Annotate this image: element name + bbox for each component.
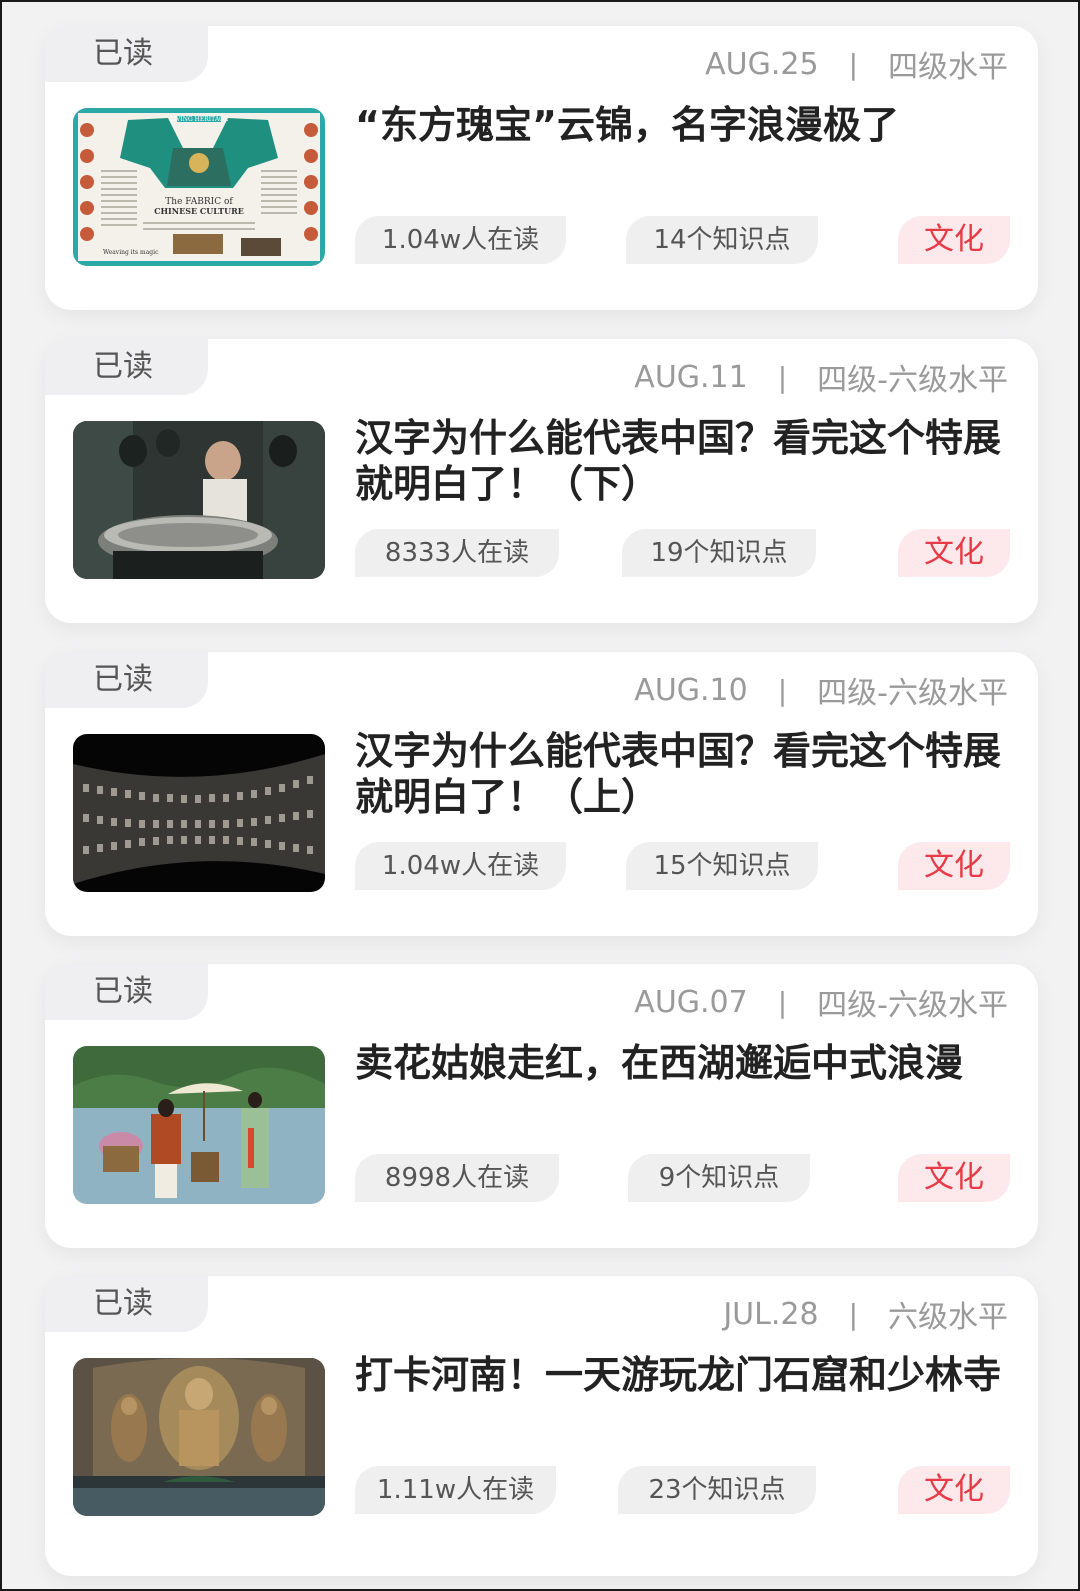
article-title[interactable]: 汉字为什么能代表中国？看完这个特展就明白了！（下） bbox=[355, 415, 1010, 507]
category-tag[interactable]: 文化 bbox=[898, 216, 1010, 264]
knowledge-points-count: 19个知识点 bbox=[622, 529, 816, 577]
article-thumbnail[interactable] bbox=[73, 421, 325, 579]
difficulty-level: 四级-六级水平 bbox=[817, 363, 1008, 398]
read-badge: 已读 bbox=[45, 26, 208, 82]
article-title[interactable]: 汉字为什么能代表中国？看完这个特展就明白了！（上） bbox=[355, 728, 1010, 820]
read-badge: 已读 bbox=[45, 964, 208, 1020]
knowledge-points-count: 15个知识点 bbox=[626, 842, 818, 890]
article-meta: AUG.11 | 四级-六级水平 bbox=[634, 357, 1008, 399]
article-date: AUG.07 bbox=[634, 984, 748, 1020]
meta-divider: | bbox=[848, 1297, 858, 1331]
category-tag[interactable]: 文化 bbox=[898, 1466, 1010, 1514]
category-tag[interactable]: 文化 bbox=[898, 1154, 1010, 1202]
read-badge: 已读 bbox=[45, 1276, 208, 1332]
article-card[interactable]: 已读 AUG.10 | 四级-六级水平 汉字为什么能代表中国？看完这个特展就明白… bbox=[45, 652, 1038, 936]
readers-count: 1.04w人在读 bbox=[355, 842, 566, 890]
meta-divider: | bbox=[777, 673, 788, 707]
readers-count: 8998人在读 bbox=[355, 1154, 559, 1202]
difficulty-level: 四级水平 bbox=[888, 50, 1008, 85]
category-tag[interactable]: 文化 bbox=[898, 842, 1010, 890]
article-card[interactable]: 已读 AUG.25 | 四级水平 LIVING HERITAGE The FAB… bbox=[45, 26, 1038, 310]
article-title[interactable]: 打卡河南！一天游玩龙门石窟和少林寺 bbox=[355, 1352, 1010, 1398]
readers-count: 1.11w人在读 bbox=[355, 1466, 556, 1514]
svg-text:Weaving its magic: Weaving its magic bbox=[103, 249, 159, 256]
readers-count: 1.04w人在读 bbox=[355, 216, 566, 264]
article-meta: AUG.25 | 四级水平 bbox=[705, 44, 1008, 86]
article-thumbnail[interactable] bbox=[73, 1358, 325, 1516]
knowledge-points-count: 9个知识点 bbox=[628, 1154, 810, 1202]
article-date: AUG.10 bbox=[634, 672, 748, 708]
read-badge: 已读 bbox=[45, 652, 208, 708]
article-date: JUL.28 bbox=[723, 1296, 819, 1332]
meta-divider: | bbox=[777, 360, 788, 394]
difficulty-level: 四级-六级水平 bbox=[817, 676, 1008, 711]
category-tag[interactable]: 文化 bbox=[898, 529, 1010, 577]
article-title[interactable]: 卖花姑娘走红，在西湖邂逅中式浪漫 bbox=[355, 1040, 1010, 1086]
article-thumbnail[interactable] bbox=[73, 1046, 325, 1204]
article-thumbnail[interactable]: LIVING HERITAGE The FABRIC of CHINESE CU… bbox=[73, 108, 325, 266]
article-card[interactable]: 已读 JUL.28 | 六级水平 打卡河南！一天游玩龙门石窟和少林寺 1.11w… bbox=[45, 1276, 1038, 1576]
readers-count: 8333人在读 bbox=[355, 529, 559, 577]
article-meta: JUL.28 | 六级水平 bbox=[723, 1294, 1008, 1336]
svg-text:CHINESE CULTURE: CHINESE CULTURE bbox=[154, 206, 244, 216]
meta-divider: | bbox=[848, 47, 858, 81]
article-date: AUG.11 bbox=[634, 359, 748, 395]
screen-frame: 已读 AUG.25 | 四级水平 LIVING HERITAGE The FAB… bbox=[0, 0, 1080, 1591]
article-date: AUG.25 bbox=[705, 46, 819, 82]
knowledge-points-count: 23个知识点 bbox=[618, 1466, 816, 1514]
article-meta: AUG.10 | 四级-六级水平 bbox=[634, 670, 1008, 712]
meta-divider: | bbox=[777, 985, 788, 1019]
article-title[interactable]: “东方瑰宝”云锦，名字浪漫极了 bbox=[355, 102, 1010, 148]
article-meta: AUG.07 | 四级-六级水平 bbox=[634, 982, 1008, 1024]
article-card[interactable]: 已读 AUG.07 | 四级-六级水平 卖花姑娘走红，在西湖邂逅中式浪漫 899… bbox=[45, 964, 1038, 1248]
article-card[interactable]: 已读 AUG.11 | 四级-六级水平 汉字为什么能代表中国？看完这个特展就明白… bbox=[45, 339, 1038, 623]
article-thumbnail[interactable] bbox=[73, 734, 325, 892]
difficulty-level: 六级水平 bbox=[888, 1300, 1008, 1335]
difficulty-level: 四级-六级水平 bbox=[817, 988, 1008, 1023]
svg-text:LIVING HERITAGE: LIVING HERITAGE bbox=[170, 116, 229, 123]
knowledge-points-count: 14个知识点 bbox=[626, 216, 818, 264]
read-badge: 已读 bbox=[45, 339, 208, 395]
